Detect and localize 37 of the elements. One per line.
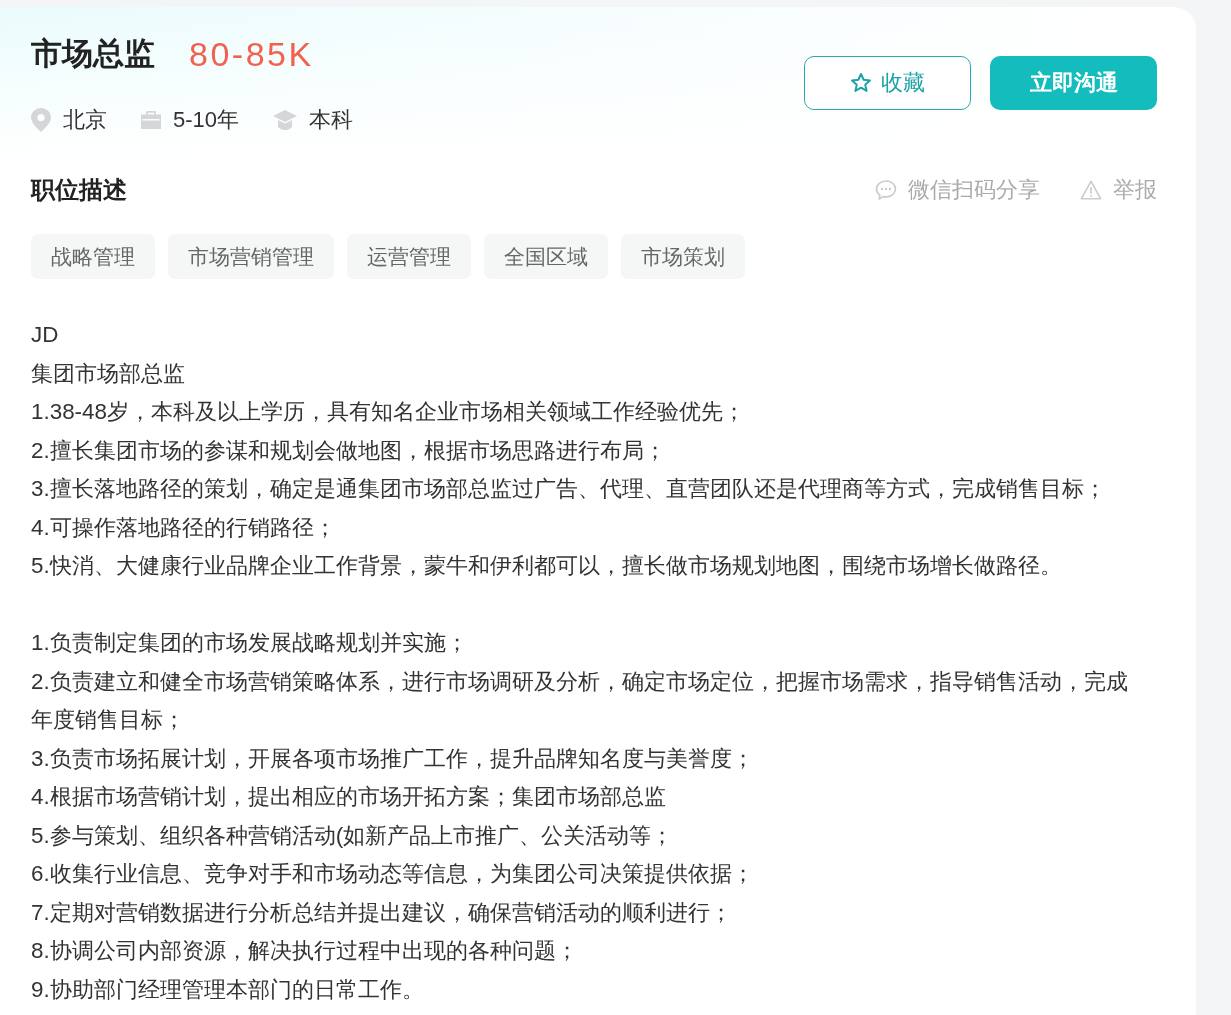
skill-tag: 战略管理 (31, 234, 155, 279)
description-line: 1.38-48岁，本科及以上学历，具有知名企业市场相关领域工作经验优先； (31, 398, 746, 426)
description-line: JD (31, 321, 60, 349)
description-line: 4.根据市场营销计划，提出相应的市场开拓方案；集团市场部总监 (31, 783, 667, 811)
description-line: 9.协助部门经理管理本部门的日常工作。 (31, 975, 425, 1004)
skill-tag: 市场营销管理 (168, 234, 334, 279)
description-line: 5.参与策划、组织各种营销活动(如新产品上市推广、公关活动等； (31, 821, 675, 850)
graduation-cap-icon (273, 110, 298, 130)
description-line: 3.擅长落地路径的策划，确定是通集团市场部总监过广告、代理、直营团队还是代理商等方式，完成销售目标； (31, 475, 1107, 503)
favorite-button[interactable]: 收藏 (804, 56, 971, 110)
skill-tag: 全国区域 (484, 234, 608, 279)
chat-bubble-icon (875, 179, 897, 201)
skill-tag: 运营管理 (347, 234, 471, 279)
description-line: 2.负责建立和健全市场营销策略体系，进行市场调研及分析，确定市场定位，把握市场需求，指导销售活动，完成年度销售目标； (31, 667, 1129, 734)
description-line: 2.擅长集团市场的参谋和规划会做地图，根据市场思路进行布局； (31, 436, 667, 465)
section-title: 职位描述 (31, 175, 127, 205)
salary: 80-85K (189, 34, 314, 74)
star-icon (850, 72, 872, 94)
description-line: 6.收集行业信息、竞争对手和市场动态等信息，为集团公司决策提供依据； (31, 860, 755, 888)
skill-tag: 市场策划 (621, 234, 745, 279)
briefcase-icon (141, 108, 161, 132)
job-title: 市场总监 (31, 35, 155, 73)
description-line: 集团市场部总监 (31, 359, 186, 388)
description-line: 1.负责制定集团的市场发展战略规划并实施； (31, 629, 469, 657)
warning-icon (1080, 179, 1102, 201)
contact-button[interactable]: 立即沟通 (990, 56, 1157, 110)
description-line: 8.协调公司内部资源，解决执行过程中出现的各种问题； (31, 937, 579, 965)
report-link[interactable]: 举报 (1113, 175, 1157, 205)
experience-label: 5-10年 (173, 106, 240, 134)
description-line: 7.定期对营销数据进行分析总结并提出建议，确保营销活动的顺利进行； (31, 898, 733, 927)
location-label: 北京 (63, 106, 107, 134)
description-line: 5.快消、大健康行业品牌企业工作背景，蒙牛和伊利都可以，擅长做市场规划地图，围绕市场增长做路径。 (31, 552, 1063, 580)
description-line: 4.可操作落地路径的行销路径； (31, 513, 337, 542)
share-link[interactable]: 微信扫码分享 (908, 175, 1040, 205)
education-label: 本科 (309, 106, 354, 134)
description-line: 3.负责市场拓展计划，开展各项市场推广工作，提升品牌知名度与美誉度； (31, 744, 755, 773)
location-pin-icon (31, 108, 51, 132)
